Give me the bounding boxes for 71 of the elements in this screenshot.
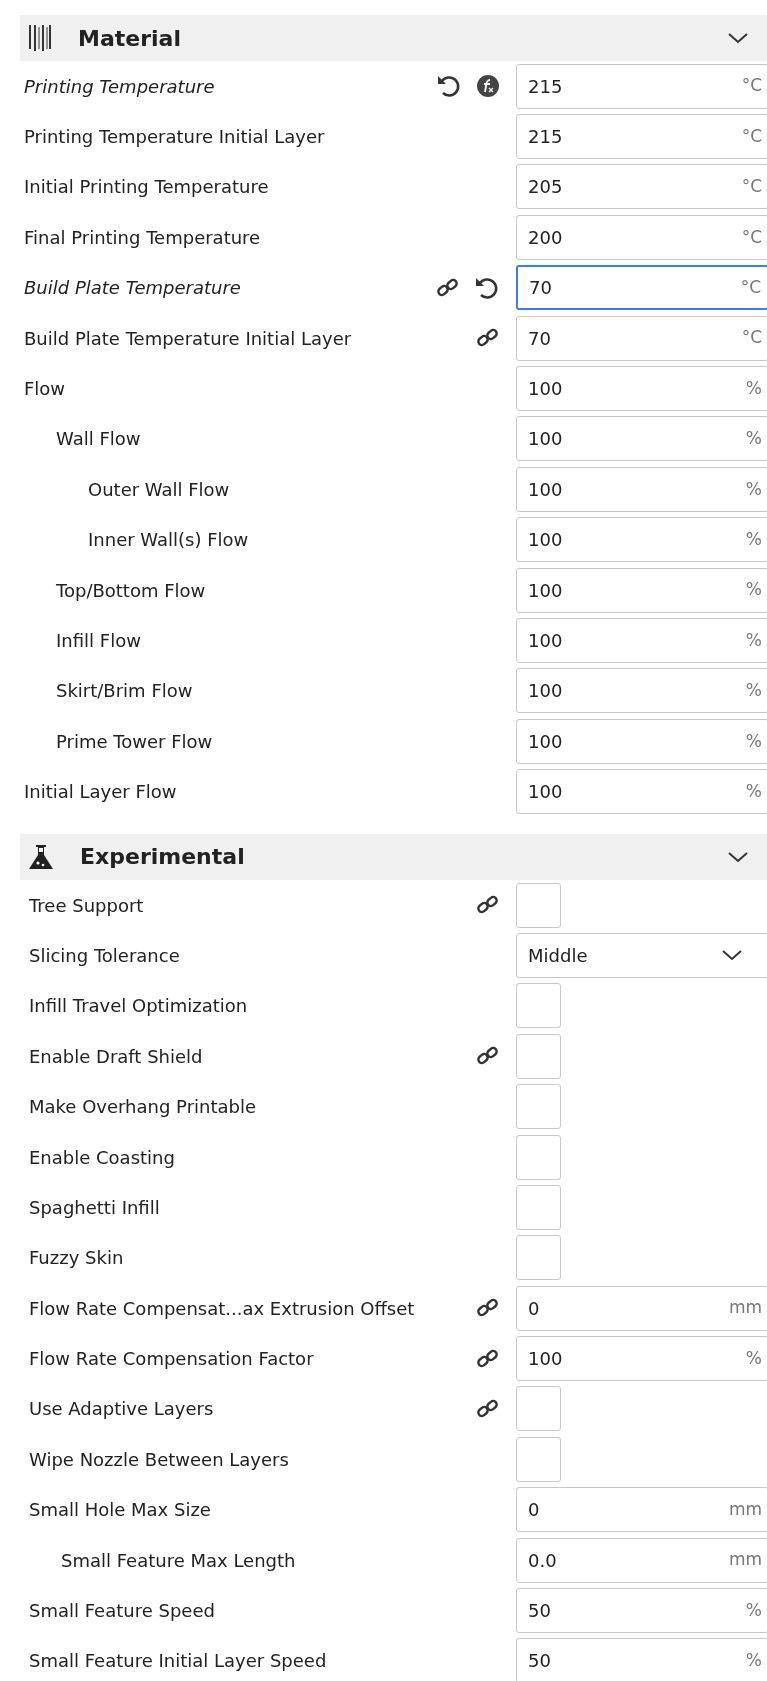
setting-label: Prime Tower Flow (56, 729, 213, 754)
setting-label: Flow Rate Compensation Factor (29, 1347, 314, 1372)
setting-label: Flow (24, 377, 66, 402)
number-field[interactable]: 100 % (516, 668, 767, 714)
setting-label: Flow Rate Compensat...ax Extrusion Offset (29, 1296, 415, 1321)
number-field[interactable]: 100 % (516, 718, 767, 764)
number-field[interactable]: 50 % (516, 1588, 767, 1633)
number-field[interactable]: 100 % (516, 366, 767, 412)
setting-label: Infill Travel Optimization (29, 994, 248, 1019)
setting-label: Tree Support (29, 893, 144, 918)
number-field[interactable]: 100 % (516, 618, 767, 663)
setting-label: Initial Layer Flow (24, 780, 177, 805)
setting-label: Make Overhang Printable (29, 1095, 257, 1120)
reset-icon[interactable] (436, 73, 462, 100)
setting-label: Initial Printing Temperature (24, 175, 269, 200)
flask-icon (28, 842, 54, 871)
number-field[interactable]: 215 °C (516, 63, 767, 109)
checkbox[interactable] (516, 1033, 561, 1079)
setting-label: Wall Flow (56, 427, 141, 452)
setting-label: Skirt/Brim Flow (56, 679, 193, 704)
checkbox[interactable] (516, 983, 561, 1029)
spool-icon (28, 23, 52, 53)
checkbox[interactable] (516, 1184, 561, 1230)
number-field[interactable]: 0 mm (516, 1285, 767, 1331)
number-field[interactable]: 70 °C (516, 265, 767, 311)
setting-label: Infill Flow (56, 629, 141, 653)
number-field[interactable]: 0 mm (516, 1487, 767, 1533)
setting-label: Printing Temperature (24, 74, 215, 99)
checkbox[interactable] (516, 1235, 561, 1281)
checkbox[interactable] (516, 1084, 561, 1130)
section-header[interactable]: Experimental (20, 833, 767, 880)
checkbox[interactable] (516, 1436, 561, 1482)
setting-label: Fuzzy Skin (29, 1246, 124, 1271)
number-field[interactable]: 0.0 mm (516, 1537, 767, 1583)
setting-label: Printing Temperature Initial Layer (24, 125, 325, 150)
section-header[interactable]: Material (20, 15, 767, 61)
number-field[interactable]: 100 % (516, 769, 767, 815)
setting-label: Outer Wall Flow (88, 477, 230, 502)
number-field[interactable]: 205 °C (516, 164, 767, 210)
number-field[interactable]: 215 °C (516, 114, 767, 160)
setting-label: Top/Bottom Flow (56, 578, 206, 603)
number-field[interactable]: 100 % (516, 466, 767, 512)
setting-label: Wipe Nozzle Between Layers (29, 1447, 289, 1472)
number-field[interactable]: 100 % (516, 517, 767, 563)
number-field[interactable]: 100 % (516, 416, 767, 462)
setting-label: Inner Wall(s) Flow (88, 528, 249, 553)
chevron-down-icon (721, 948, 743, 963)
setting-label: Final Printing Temperature (24, 225, 261, 250)
setting-label: Small Hole Max Size (29, 1498, 211, 1523)
setting-label: Build Plate Temperature (24, 276, 241, 301)
chevron-down-icon[interactable] (727, 31, 749, 45)
number-field[interactable]: 200 °C (516, 214, 767, 260)
number-field[interactable]: 100 % (516, 1336, 767, 1382)
setting-label: Small Feature Max Length (61, 1548, 296, 1573)
checkbox[interactable] (516, 882, 561, 928)
setting-label: Slicing Tolerance (29, 943, 180, 968)
setting-label: Small Feature Initial Layer Speed (29, 1649, 327, 1674)
setting-label: Enable Coasting (29, 1145, 175, 1170)
checkbox[interactable] (516, 1386, 561, 1432)
setting-label: Use Adaptive Layers (29, 1397, 214, 1422)
checkbox[interactable] (516, 1134, 561, 1180)
setting-label: Enable Draft Shield (29, 1044, 203, 1069)
setting-label: Spaghetti Infill (29, 1195, 160, 1220)
number-field[interactable]: 70 °C (516, 315, 767, 361)
setting-label: Build Plate Temperature Initial Layer (24, 326, 352, 351)
number-field[interactable]: 100 % (516, 567, 767, 613)
setting-label: Small Feature Speed (29, 1599, 215, 1623)
number-field[interactable]: 50 % (516, 1638, 767, 1681)
dropdown[interactable]: Middle (516, 932, 767, 978)
function-icon[interactable] (476, 74, 500, 99)
chevron-down-icon[interactable] (727, 849, 749, 864)
